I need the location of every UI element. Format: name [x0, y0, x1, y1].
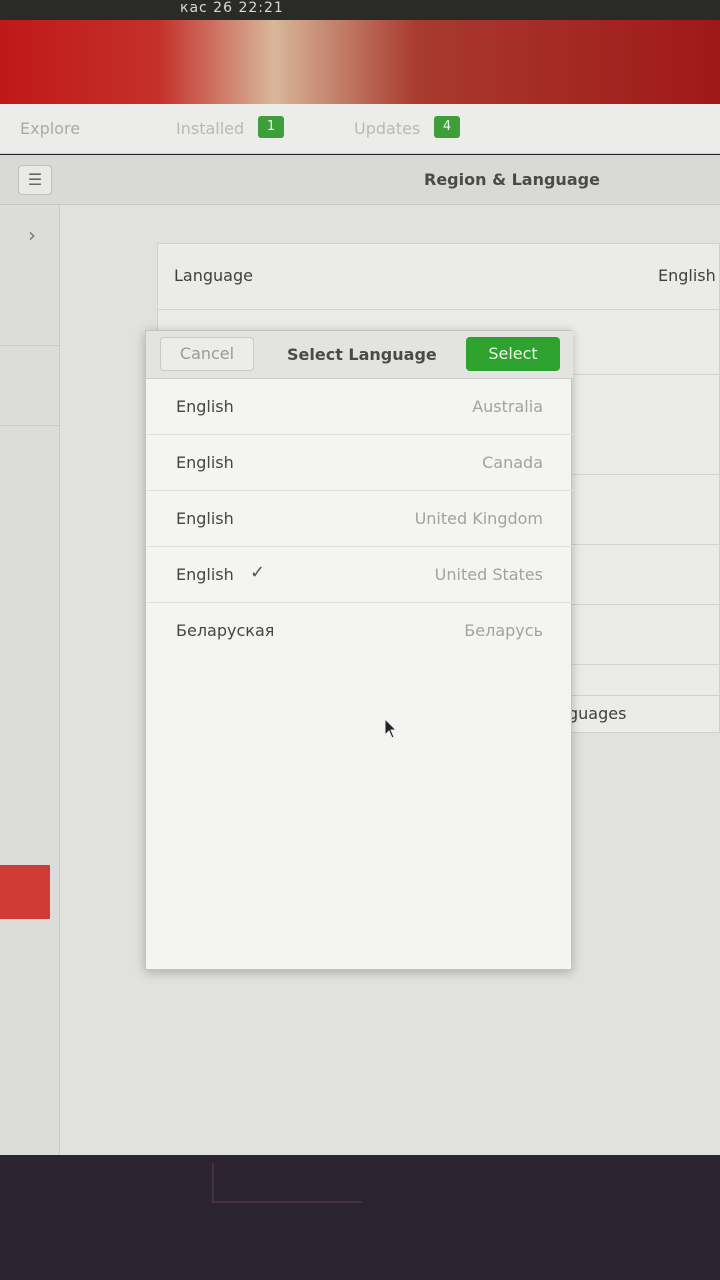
language-region: Беларусь [464, 621, 543, 640]
manage-languages-label: guages [568, 704, 627, 723]
panel-title: Region & Language [424, 170, 600, 189]
language-row[interactable]: English Canada [146, 435, 573, 491]
clock[interactable]: кас 26 22:21 [180, 0, 284, 16]
language-name: Беларуская [176, 621, 275, 640]
select-button[interactable]: Select [466, 337, 560, 371]
hamburger-icon: ☰ [27, 170, 43, 189]
menu-button[interactable]: ☰ [18, 165, 52, 195]
language-row-selected[interactable]: English ✓ United States [146, 547, 573, 603]
language-name: English [176, 453, 234, 472]
sidebar-item-active[interactable] [0, 865, 50, 919]
settings-headerbar: ☰ Region & Language [0, 155, 720, 205]
language-region: Australia [472, 397, 543, 416]
tab-explore[interactable]: Explore [20, 119, 80, 138]
language-name: English [176, 509, 234, 528]
sidebar-divider [0, 345, 60, 346]
language-row[interactable]: English United Kingdom [146, 491, 573, 547]
installed-count-badge: 1 [258, 116, 284, 138]
select-language-dialog: Cancel Select Language Select English Au… [145, 330, 573, 970]
language-row[interactable]: Беларуская Беларусь [146, 603, 573, 659]
language-row[interactable]: English Australia [146, 379, 573, 435]
top-status-bar: кас 26 22:21 [0, 0, 720, 20]
language-name: English [176, 565, 234, 584]
tab-updates[interactable]: Updates [354, 119, 420, 138]
tab-installed[interactable]: Installed [176, 119, 244, 138]
language-region: United Kingdom [414, 509, 543, 528]
language-row[interactable]: Language English ( [158, 244, 720, 310]
language-label: Language [174, 266, 253, 285]
mouse-pointer-icon [384, 718, 398, 739]
sidebar-divider [0, 425, 60, 426]
language-name: English [176, 397, 234, 416]
software-tab-bar: Explore Installed 1 Updates 4 [0, 104, 720, 154]
language-list: English Australia English Canada English… [146, 379, 573, 659]
background-reflection [212, 1163, 362, 1203]
language-region: Canada [482, 453, 543, 472]
checkmark-icon: ✓ [250, 562, 266, 583]
updates-count-badge: 4 [434, 116, 460, 138]
window-background-band [0, 20, 720, 104]
chevron-right-icon[interactable]: › [28, 223, 36, 247]
dialog-header: Cancel Select Language Select [146, 331, 573, 379]
settings-sidebar: › [0, 205, 60, 1155]
desktop-background [0, 1155, 720, 1280]
language-value: English ( [658, 266, 720, 285]
dialog-title: Select Language [287, 345, 437, 364]
cancel-button[interactable]: Cancel [160, 337, 254, 371]
language-region: United States [434, 565, 543, 584]
